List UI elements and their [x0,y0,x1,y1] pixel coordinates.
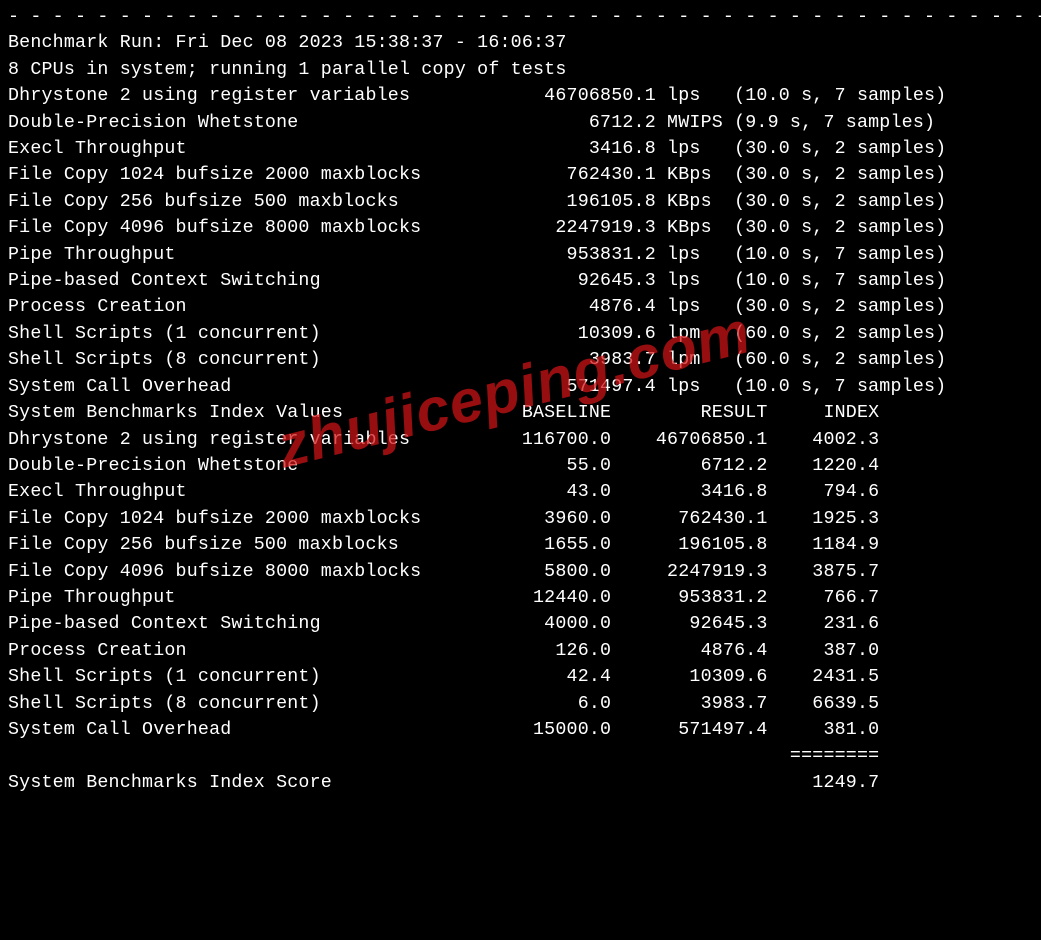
terminal-line: Execl Throughput 3416.8 lps (30.0 s, 2 s… [8,136,1033,162]
terminal-line: File Copy 256 bufsize 500 maxblocks 1961… [8,189,1033,215]
terminal-line: System Benchmarks Index Score 1249.7 [8,770,1033,796]
terminal-line: - - - - - - - - - - - - - - - - - - - - … [8,4,1033,30]
terminal-line: File Copy 256 bufsize 500 maxblocks 1655… [8,532,1033,558]
terminal-line: Dhrystone 2 using register variables 116… [8,427,1033,453]
terminal-line: System Benchmarks Index Values BASELINE … [8,400,1033,426]
terminal-line: Shell Scripts (8 concurrent) 3983.7 lpm … [8,347,1033,373]
terminal-line: File Copy 4096 bufsize 8000 maxblocks 58… [8,559,1033,585]
terminal-line: File Copy 4096 bufsize 8000 maxblocks 22… [8,215,1033,241]
terminal-line: Process Creation 4876.4 lps (30.0 s, 2 s… [8,294,1033,320]
terminal-line: Shell Scripts (1 concurrent) 42.4 10309.… [8,664,1033,690]
terminal-line: File Copy 1024 bufsize 2000 maxblocks 76… [8,162,1033,188]
terminal-line: Dhrystone 2 using register variables 467… [8,83,1033,109]
terminal-line: System Call Overhead 571497.4 lps (10.0 … [8,374,1033,400]
terminal-line: Execl Throughput 43.0 3416.8 794.6 [8,479,1033,505]
terminal-line: Shell Scripts (1 concurrent) 10309.6 lpm… [8,321,1033,347]
terminal-line: Pipe-based Context Switching 4000.0 9264… [8,611,1033,637]
terminal-line: Pipe Throughput 953831.2 lps (10.0 s, 7 … [8,242,1033,268]
terminal-line: Double-Precision Whetstone 6712.2 MWIPS … [8,110,1033,136]
terminal-line: Process Creation 126.0 4876.4 387.0 [8,638,1033,664]
terminal-line: Pipe-based Context Switching 92645.3 lps… [8,268,1033,294]
terminal-line: Pipe Throughput 12440.0 953831.2 766.7 [8,585,1033,611]
terminal-line: File Copy 1024 bufsize 2000 maxblocks 39… [8,506,1033,532]
terminal-output: - - - - - - - - - - - - - - - - - - - - … [0,0,1041,804]
terminal-line: ======== [8,743,1033,769]
terminal-line: Benchmark Run: Fri Dec 08 2023 15:38:37 … [8,30,1033,56]
terminal-line: Shell Scripts (8 concurrent) 6.0 3983.7 … [8,691,1033,717]
terminal-line: 8 CPUs in system; running 1 parallel cop… [8,57,1033,83]
terminal-line: System Call Overhead 15000.0 571497.4 38… [8,717,1033,743]
terminal-line: Double-Precision Whetstone 55.0 6712.2 1… [8,453,1033,479]
